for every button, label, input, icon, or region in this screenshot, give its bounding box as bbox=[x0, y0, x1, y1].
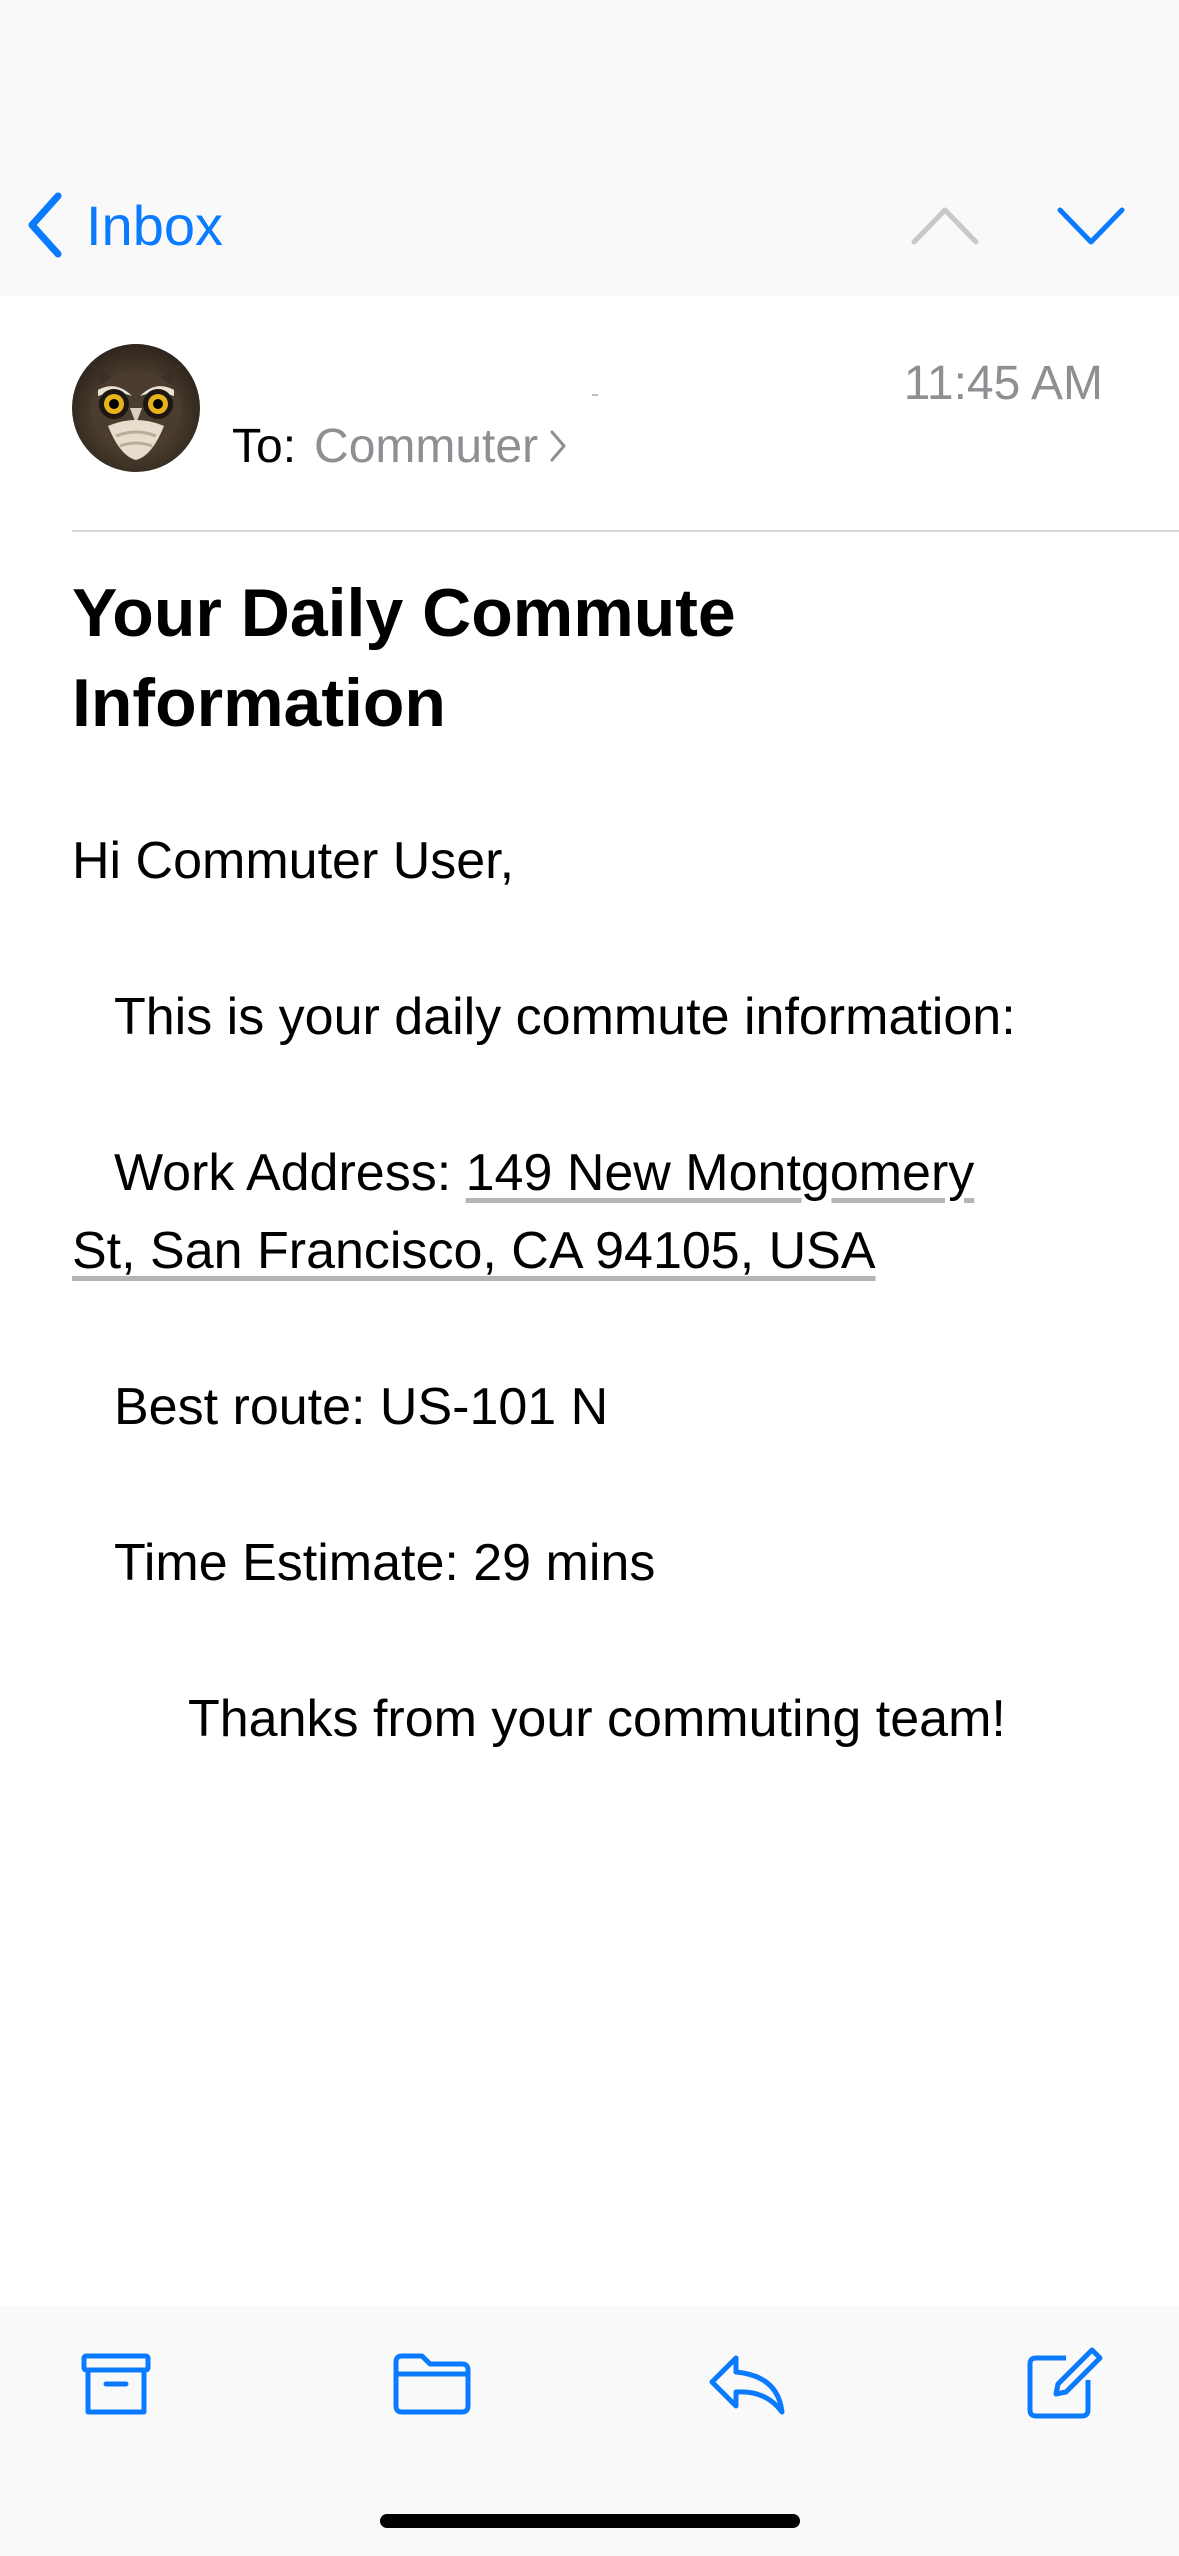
compose-button[interactable] bbox=[1022, 2346, 1106, 2422]
previous-message-button[interactable] bbox=[910, 200, 980, 250]
address-link-part1[interactable]: 149 New Montgomery bbox=[466, 1144, 975, 1202]
chevron-down-icon bbox=[1057, 207, 1125, 245]
message-time: 11:45 AM bbox=[903, 357, 1103, 410]
work-address-line-2: St, San Francisco, CA 94105, USA bbox=[72, 1212, 876, 1290]
recipient-row: To: Commuter bbox=[232, 418, 568, 474]
header-divider bbox=[72, 530, 1179, 532]
chevron-up-icon bbox=[911, 207, 979, 245]
mail-message-screen: Inbox 11:45 AM To: Commuter Your Daily C… bbox=[0, 0, 1179, 2556]
work-address-line: Work Address: 149 New Montgomery bbox=[114, 1134, 974, 1212]
sender-name-placeholder bbox=[592, 394, 598, 396]
archive-button[interactable] bbox=[74, 2346, 158, 2422]
best-route: Best route: US-101 N bbox=[114, 1378, 609, 1436]
recipient-name: Commuter bbox=[314, 419, 539, 473]
folder-icon bbox=[393, 2353, 471, 2415]
body-intro: This is your daily commute information: bbox=[114, 988, 1016, 1046]
back-button-label: Inbox bbox=[86, 193, 223, 257]
recipient-button[interactable]: Commuter bbox=[314, 419, 568, 474]
to-label: To: bbox=[232, 419, 297, 473]
archive-icon bbox=[81, 2353, 151, 2415]
sender-avatar[interactable] bbox=[72, 344, 200, 472]
move-to-folder-button[interactable] bbox=[390, 2346, 474, 2422]
home-indicator[interactable] bbox=[380, 2514, 800, 2528]
body-signoff: Thanks from your commuting team! bbox=[188, 1690, 1006, 1748]
owl-avatar-icon bbox=[72, 344, 200, 472]
chevron-right-icon bbox=[550, 430, 566, 462]
navigation-bar: Inbox bbox=[0, 0, 1179, 296]
message-subject: Your Daily Commute Information bbox=[72, 575, 736, 741]
chevron-left-icon bbox=[28, 192, 62, 258]
body-greeting: Hi Commuter User, bbox=[72, 832, 515, 890]
reply-button[interactable] bbox=[706, 2346, 790, 2422]
back-to-inbox-button[interactable]: Inbox bbox=[26, 190, 223, 260]
address-link-part2[interactable]: St, San Francisco, CA 94105, USA bbox=[72, 1222, 876, 1280]
compose-icon bbox=[1027, 2347, 1103, 2419]
reply-icon bbox=[709, 2355, 785, 2415]
work-address-label: Work Address: bbox=[114, 1144, 466, 1202]
time-estimate: Time Estimate: 29 mins bbox=[114, 1534, 656, 1592]
next-message-button[interactable] bbox=[1056, 200, 1126, 250]
